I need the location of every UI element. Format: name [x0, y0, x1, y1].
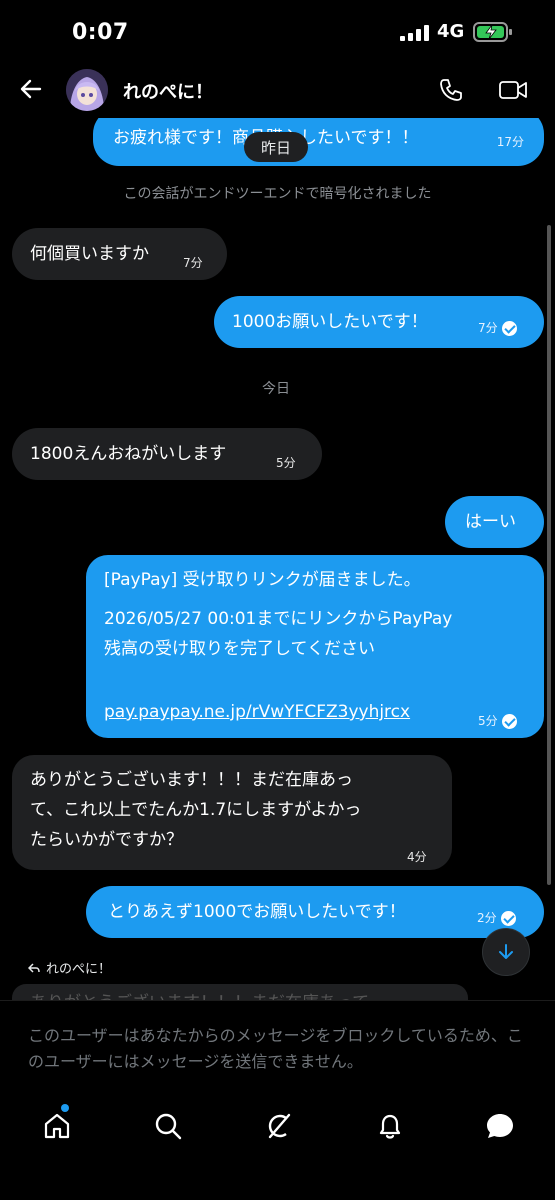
message-text: 1000お願いしたいです！: [232, 312, 428, 332]
blocked-notice-text: このユーザーはあなたからのメッセージをブロックしているため、このユーザーにはメッ…: [28, 1026, 523, 1071]
bell-icon[interactable]: [374, 1110, 406, 1142]
message-bubble-outgoing[interactable]: はーい: [445, 496, 544, 548]
scrollbar[interactable]: [547, 225, 551, 885]
read-check-icon: [500, 910, 516, 926]
message-time: 5分: [478, 708, 517, 734]
bottom-tab-bar: [0, 1092, 555, 1200]
reply-icon: [28, 962, 40, 973]
time-label: 7分: [183, 256, 203, 270]
back-arrow-icon[interactable]: [18, 76, 44, 102]
search-icon[interactable]: [152, 1110, 184, 1142]
status-bar: 0:07 4G: [0, 0, 555, 62]
notification-dot: [61, 1104, 69, 1112]
grok-icon[interactable]: [262, 1110, 294, 1142]
time-label: 5分: [478, 714, 498, 728]
message-time: 7分: [478, 315, 517, 341]
message-list[interactable]: お疲れ様です！商品購入したいです！！ 17分 昨日 この会話がエンドツーエンドで…: [0, 118, 555, 1000]
read-check-icon: [501, 713, 517, 729]
time-label: 5分: [276, 456, 296, 470]
message-line-2: て、これ以上でたんか1.7にしますがよかっ: [30, 800, 362, 820]
video-call-icon[interactable]: [498, 77, 528, 103]
paypay-line-1: [PayPay] 受け取りリンクが届きました。: [104, 570, 421, 590]
date-separator-today: 今日: [262, 381, 290, 397]
contact-name[interactable]: れのぺに！: [123, 78, 213, 104]
message-text: はーい: [465, 512, 516, 532]
message-text: 何個買いますか: [30, 244, 149, 264]
message-bubble-incoming[interactable]: 何個買いますか 7分: [12, 228, 227, 280]
paypay-link[interactable]: pay.paypay.ne.jp/rVwYFCFZ3yyhjrcx: [104, 699, 410, 725]
avatar-image: [66, 69, 108, 111]
message-text: 1800えんおねがいします: [30, 444, 227, 464]
scroll-to-bottom-button[interactable]: [482, 928, 530, 976]
reply-preview-text: ありがとうございます！！！まだ在庫あって: [30, 988, 369, 1000]
network-type: 4G: [437, 21, 465, 42]
avatar[interactable]: [66, 69, 108, 111]
message-time: 7分: [183, 250, 203, 276]
time-label: 17分: [496, 135, 524, 149]
reply-indicator: れのぺに！: [28, 958, 111, 977]
phone-icon[interactable]: [438, 77, 464, 103]
reply-to-name: れのぺに！: [46, 962, 112, 977]
paypay-line-3: 残高の受け取りを完了してください: [104, 639, 375, 659]
message-text: とりあえず1000でお願いしたいです！: [108, 902, 406, 922]
home-icon[interactable]: [41, 1110, 73, 1142]
message-bubble-outgoing[interactable]: とりあえず1000でお願いしたいです！ 2分: [86, 886, 544, 938]
status-time: 0:07: [72, 20, 129, 45]
message-bubble-incoming[interactable]: ありがとうございます！！！まだ在庫あっ て、これ以上でたんか1.7にしますがよか…: [12, 755, 452, 870]
messages-icon[interactable]: [484, 1110, 516, 1142]
message-line-1: ありがとうございます！！！まだ在庫あっ: [30, 770, 353, 790]
message-time: 4分: [407, 844, 427, 870]
message-time: 17分: [497, 129, 524, 155]
paypay-line-2: 2026/05/27 00:01までにリンクからPayPay: [104, 609, 453, 629]
battery-charging-icon: [473, 22, 512, 42]
read-check-icon: [501, 320, 517, 336]
time-label: 2分: [477, 911, 497, 925]
blocked-notice-bar: このユーザーはあなたからのメッセージをブロックしているため、このユーザーにはメッ…: [0, 1000, 555, 1092]
date-pill-yesterday: 昨日: [244, 132, 308, 162]
encryption-notice: この会話がエンドツーエンドで暗号化されました: [123, 186, 432, 202]
message-bubble-outgoing[interactable]: [PayPay] 受け取りリンクが届きました。 2026/05/27 00:01…: [86, 555, 544, 738]
message-line-3: たらいかがですか？: [30, 830, 183, 850]
message-bubble-outgoing[interactable]: お疲れ様です！商品購入したいです！！ 17分: [93, 118, 544, 166]
time-label: 4分: [407, 850, 427, 864]
message-bubble-outgoing[interactable]: 1000お願いしたいです！ 7分: [214, 296, 544, 348]
message-bubble-incoming[interactable]: 1800えんおねがいします 5分: [12, 428, 322, 480]
time-label: 7分: [478, 321, 498, 335]
conversation-header: れのぺに！: [0, 62, 555, 118]
reply-preview-bubble[interactable]: ありがとうございます！！！まだ在庫あって: [12, 984, 468, 1000]
message-time: 2分: [477, 905, 516, 931]
signal-icon: [400, 25, 429, 41]
arrow-down-icon: [499, 944, 513, 959]
message-time: 5分: [276, 450, 296, 476]
